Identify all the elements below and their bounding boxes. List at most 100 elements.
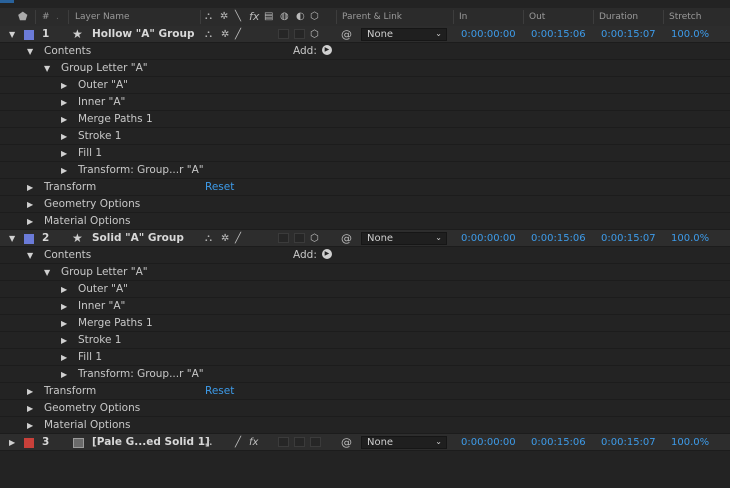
out-time[interactable]: 0:00:15:06	[531, 230, 586, 247]
add-arrow-icon[interactable]: ▶	[321, 45, 332, 55]
pick-whip-icon[interactable]: @	[341, 230, 352, 247]
layer-row[interactable]: ▼ 2 ★ Solid "A" Group ⛬ ✲ ╱ ⬡ @ None ⌄ 0:…	[0, 230, 730, 247]
stretch-header[interactable]: Stretch	[669, 8, 701, 26]
collapse-triangle-icon[interactable]: ▶	[27, 400, 33, 417]
collapse-triangle-icon[interactable]: ▶	[61, 145, 67, 162]
collapse-icon[interactable]: ✲	[220, 8, 228, 26]
layer-name[interactable]: Hollow "A" Group	[92, 26, 195, 43]
expand-triangle-icon[interactable]: ▼	[44, 264, 50, 281]
out-time[interactable]: 0:00:15:06	[531, 434, 586, 451]
duration-time[interactable]: 0:00:15:07	[601, 26, 656, 43]
property-row[interactable]: ▼ Group Letter "A"	[0, 264, 730, 281]
expand-triangle-icon[interactable]: ▼	[44, 60, 50, 77]
motion-blur-icon[interactable]: ◍	[280, 8, 289, 26]
reset-link[interactable]: Reset	[205, 383, 234, 400]
layer-name[interactable]: [Pale G...ed Solid 1]	[92, 434, 210, 451]
collapse-triangle-icon[interactable]: ▶	[9, 434, 15, 451]
property-row[interactable]: ▶ Material Options	[0, 213, 730, 230]
motion-blur-switch[interactable]	[278, 29, 289, 39]
add-arrow-icon[interactable]: ▶	[321, 249, 332, 259]
property-row[interactable]: ▶ Geometry Options	[0, 400, 730, 417]
quality-switch-icon[interactable]: ╱	[235, 434, 241, 451]
collapse-triangle-icon[interactable]: ▶	[61, 128, 67, 145]
property-row[interactable]: ▼ Group Letter "A"	[0, 60, 730, 77]
property-row[interactable]: ▶ Stroke 1	[0, 332, 730, 349]
quality-switch-icon[interactable]: ╱	[235, 230, 241, 247]
property-row[interactable]: ▶ Material Options	[0, 417, 730, 434]
layer-label-color[interactable]	[24, 234, 34, 244]
3d-icon[interactable]: ⬡	[310, 8, 319, 26]
stretch-value[interactable]: 100.0%	[671, 230, 709, 247]
quality-switch-icon[interactable]: ╱	[235, 26, 241, 43]
collapse-triangle-icon[interactable]: ▶	[27, 417, 33, 434]
layer-name-header[interactable]: Layer Name	[75, 8, 130, 26]
collapse-triangle-icon[interactable]: ▶	[61, 111, 67, 128]
property-row[interactable]: ▶ Geometry Options	[0, 196, 730, 213]
property-row[interactable]: ▶ Outer "A"	[0, 77, 730, 94]
parent-link-header[interactable]: Parent & Link	[342, 8, 402, 26]
layer-name[interactable]: Solid "A" Group	[92, 230, 184, 247]
motion-blur-switch[interactable]	[278, 233, 289, 243]
property-row[interactable]: ▶ Transform Reset	[0, 383, 730, 400]
collapse-triangle-icon[interactable]: ▶	[27, 213, 33, 230]
fx-icon[interactable]: fx	[249, 8, 259, 26]
collapse-triangle-icon[interactable]: ▶	[27, 179, 33, 196]
duration-time[interactable]: 0:00:15:07	[601, 230, 656, 247]
layer-label-color[interactable]	[24, 30, 34, 40]
3d-switch-icon[interactable]: ⬡	[310, 26, 319, 43]
reset-link[interactable]: Reset	[205, 179, 234, 196]
out-time[interactable]: 0:00:15:06	[531, 26, 586, 43]
expand-triangle-icon[interactable]: ▼	[27, 247, 33, 264]
3d-switch-icon[interactable]: ⬡	[310, 230, 319, 247]
stretch-value[interactable]: 100.0%	[671, 434, 709, 451]
collapse-triangle-icon[interactable]: ▶	[61, 298, 67, 315]
num-header[interactable]: #	[42, 8, 50, 26]
add-menu[interactable]: Add: ▶	[293, 43, 332, 60]
in-time[interactable]: 0:00:00:00	[461, 434, 516, 451]
collapse-triangle-icon[interactable]: ▶	[61, 281, 67, 298]
pick-whip-icon[interactable]: @	[341, 26, 352, 43]
property-row[interactable]: ▶ Fill 1	[0, 349, 730, 366]
tag-icon[interactable]: ⬟	[18, 8, 28, 26]
expand-triangle-icon[interactable]: ▼	[9, 26, 15, 43]
property-row[interactable]: ▼ Contents Add: ▶	[0, 43, 730, 60]
collapse-triangle-icon[interactable]: ▶	[61, 162, 67, 179]
parent-dropdown[interactable]: None ⌄	[361, 436, 447, 449]
layer-row[interactable]: ▶ 3 [Pale G...ed Solid 1] ⛬ ╱ fx @ None ⌄…	[0, 434, 730, 451]
property-row[interactable]: ▶ Fill 1	[0, 145, 730, 162]
stretch-value[interactable]: 100.0%	[671, 26, 709, 43]
collapse-triangle-icon[interactable]: ▶	[27, 196, 33, 213]
property-row[interactable]: ▶ Stroke 1	[0, 128, 730, 145]
expand-triangle-icon[interactable]: ▼	[9, 230, 15, 247]
layer-label-color[interactable]	[24, 438, 34, 448]
in-time[interactable]: 0:00:00:00	[461, 230, 516, 247]
property-row[interactable]: ▶ Outer "A"	[0, 281, 730, 298]
collapse-triangle-icon[interactable]: ▶	[61, 349, 67, 366]
adjustment-icon[interactable]: ◐	[296, 8, 305, 26]
collapse-switch-icon[interactable]: ✲	[221, 230, 229, 247]
collapse-triangle-icon[interactable]: ▶	[61, 332, 67, 349]
out-header[interactable]: Out	[529, 8, 545, 26]
collapse-triangle-icon[interactable]: ▶	[61, 366, 67, 383]
property-row[interactable]: ▶ Merge Paths 1	[0, 111, 730, 128]
adjustment-switch[interactable]	[294, 437, 305, 447]
parent-dropdown[interactable]: None ⌄	[361, 232, 447, 245]
shy-switch-icon[interactable]: ⛬	[205, 26, 212, 43]
3d-switch[interactable]	[310, 437, 321, 447]
in-header[interactable]: In	[459, 8, 467, 26]
adjustment-switch[interactable]	[294, 233, 305, 243]
in-time[interactable]: 0:00:00:00	[461, 26, 516, 43]
add-menu[interactable]: Add: ▶	[293, 247, 332, 264]
expand-triangle-icon[interactable]: ▼	[27, 43, 33, 60]
shy-icon[interactable]: ⛬	[205, 8, 212, 26]
collapse-switch-icon[interactable]: ✲	[221, 26, 229, 43]
layer-row[interactable]: ▼ 1 ★ Hollow "A" Group ⛬ ✲ ╱ ⬡ @ None ⌄ 0…	[0, 26, 730, 43]
duration-time[interactable]: 0:00:15:07	[601, 434, 656, 451]
parent-dropdown[interactable]: None ⌄	[361, 28, 447, 41]
property-row[interactable]: ▶ Transform: Group...r "A"	[0, 366, 730, 383]
shy-switch-icon[interactable]: ⛬	[205, 230, 212, 247]
property-row[interactable]: ▼ Contents Add: ▶	[0, 247, 730, 264]
property-row[interactable]: ▶ Inner "A"	[0, 298, 730, 315]
adjustment-switch[interactable]	[294, 29, 305, 39]
collapse-triangle-icon[interactable]: ▶	[61, 94, 67, 111]
